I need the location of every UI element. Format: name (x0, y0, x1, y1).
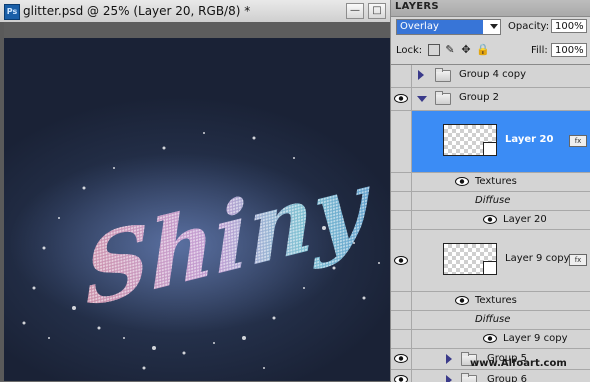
expand-arrow-icon[interactable] (446, 354, 452, 364)
eye-icon (483, 215, 497, 224)
restore-button[interactable]: □ (368, 3, 386, 19)
visibility-toggle[interactable] (391, 173, 412, 191)
visibility-toggle[interactable] (391, 211, 412, 229)
visibility-toggle[interactable] (391, 370, 412, 382)
effect-row-textures[interactable]: Textures (391, 173, 590, 192)
layer-row-layer-20[interactable]: Layer 20 fx (391, 111, 590, 173)
visibility-toggle[interactable] (391, 192, 412, 210)
effect-row-textures[interactable]: Textures (391, 292, 590, 311)
blend-mode-value: Overlay (397, 20, 483, 34)
filter-row-diffuse[interactable]: Diffuse (391, 192, 590, 211)
watermark: www.Alfoart.com (470, 358, 567, 369)
blend-mode-select[interactable]: Overlay (396, 19, 501, 35)
eye-icon (455, 177, 469, 186)
eye-icon (394, 94, 408, 103)
document-title-bar[interactable]: Ps glitter.psd @ 25% (Layer 20, RGB/8) *… (0, 0, 390, 23)
minimize-button[interactable]: — (346, 3, 364, 19)
fill-input[interactable]: 100% (551, 43, 587, 57)
lock-icon[interactable]: 🔒 (476, 44, 488, 56)
expand-arrow-icon[interactable] (418, 70, 424, 80)
lock-transparent-icon[interactable] (428, 44, 440, 56)
smart-object-badge-icon (483, 261, 497, 275)
eye-icon (394, 354, 408, 363)
layers-tab-label: LAYERS (395, 1, 439, 12)
fill-label: Fill: (531, 45, 548, 56)
photoshop-icon: Ps (4, 4, 20, 20)
glitter-artwork: Shiny Shiny (4, 38, 390, 381)
visibility-toggle[interactable] (391, 349, 412, 369)
layers-tab[interactable]: LAYERS (391, 0, 590, 17)
layer-name: Diffuse (475, 314, 510, 325)
canvas[interactable]: Shiny Shiny (4, 38, 390, 381)
layer-name: Group 2 (459, 92, 499, 103)
layer-row-group-2[interactable]: Group 2 (391, 88, 590, 111)
layer-effects-icon[interactable]: fx (569, 254, 587, 266)
document-title: glitter.psd @ 25% (Layer 20, RGB/8) * (23, 4, 250, 18)
layer-row-group-4-copy[interactable]: Group 4 copy (391, 65, 590, 88)
eye-icon (483, 334, 497, 343)
effect-row-layer-20[interactable]: Layer 20 (391, 211, 590, 230)
brush-icon[interactable]: ✎ (444, 44, 456, 56)
layer-thumbnail (443, 243, 497, 275)
visibility-toggle[interactable] (391, 88, 412, 110)
visibility-toggle[interactable] (391, 111, 412, 172)
layer-name: Layer 20 (505, 134, 553, 145)
move-icon[interactable]: ✥ (460, 44, 472, 56)
smart-object-badge-icon (483, 142, 497, 156)
layer-name: Textures (475, 176, 517, 187)
layer-thumbnail (443, 124, 497, 156)
eye-icon (394, 256, 408, 265)
canvas-top-strip (4, 22, 390, 38)
layer-effects-icon[interactable]: fx (569, 135, 587, 147)
layers-list: Group 4 copy Group 2 Layer 20 fx Texture… (391, 64, 590, 382)
visibility-toggle[interactable] (391, 330, 412, 348)
opacity-label: Opacity: (508, 21, 549, 32)
layer-row-group-6[interactable]: Group 6 (391, 370, 590, 382)
visibility-toggle[interactable] (391, 292, 412, 310)
visibility-toggle[interactable] (391, 230, 412, 291)
layer-name: Textures (475, 295, 517, 306)
document-window: Ps glitter.psd @ 25% (Layer 20, RGB/8) *… (0, 0, 390, 381)
layer-name: Layer 9 copy (503, 333, 567, 344)
collapse-arrow-icon[interactable] (417, 96, 427, 102)
dropdown-arrow-icon (490, 24, 498, 29)
layer-name: Layer 9 copy (505, 253, 569, 264)
layer-name: Diffuse (475, 195, 510, 206)
eye-icon (455, 296, 469, 305)
layer-name: Group 4 copy (459, 69, 526, 80)
lock-label: Lock: (396, 45, 422, 56)
effect-row-layer-9-copy[interactable]: Layer 9 copy (391, 330, 590, 349)
visibility-toggle[interactable] (391, 311, 412, 329)
layer-name: Layer 20 (503, 214, 547, 225)
folder-icon (435, 93, 451, 105)
opacity-input[interactable]: 100% (551, 19, 587, 33)
layer-row-layer-9-copy[interactable]: Layer 9 copy fx (391, 230, 590, 292)
visibility-toggle[interactable] (391, 65, 412, 87)
folder-icon (435, 70, 451, 82)
layers-panel: LAYERS Overlay Opacity: 100% Lock: ✎ ✥ 🔒… (390, 0, 590, 381)
filter-row-diffuse[interactable]: Diffuse (391, 311, 590, 330)
